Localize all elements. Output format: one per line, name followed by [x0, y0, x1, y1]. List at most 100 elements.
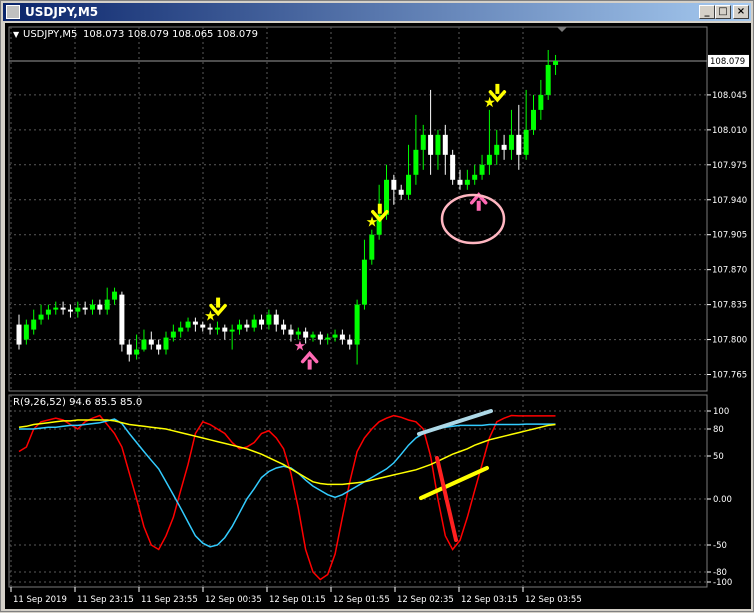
price-tick-label: 107.765 — [712, 371, 747, 381]
time-tick-label: 11 Sep 2019 — [13, 595, 67, 605]
candle-body — [339, 334, 345, 340]
price-tick-label: 107.870 — [712, 266, 747, 276]
candle-body — [288, 329, 294, 335]
candle-body — [428, 134, 434, 155]
chart-canvas[interactable]: ★ ★ ★ ★ ▼ USDJPY,M5 108.073 108.079 108.065… — [5, 23, 751, 609]
price-tick-label: 107.800 — [712, 336, 747, 346]
candle-body — [457, 179, 463, 185]
candle-body — [325, 337, 331, 340]
chart-window-icon — [6, 5, 20, 19]
candle-body — [508, 134, 514, 150]
candle-body — [332, 334, 338, 338]
chart-area[interactable]: ★ ★ ★ ★ ▼ USDJPY,M5 108.073 108.079 108.065… — [5, 23, 751, 609]
price-tick-label: 107.905 — [712, 231, 747, 241]
candle-body — [23, 324, 29, 340]
restore-button[interactable]: □ — [715, 5, 731, 19]
price-tick-label: 107.940 — [712, 196, 747, 206]
candle-body — [31, 319, 37, 330]
indicator-line-fast — [18, 414, 556, 581]
candle-body — [82, 307, 88, 310]
candle-body — [266, 314, 272, 325]
candle-body — [97, 304, 103, 310]
candle-body — [435, 134, 441, 155]
time-tick-label: 12 Sep 00:35 — [205, 595, 262, 605]
time-tick-label: 12 Sep 01:15 — [269, 595, 326, 605]
candle-body — [45, 309, 51, 315]
price-tick-label: 108.045 — [712, 91, 747, 101]
candle-body — [384, 179, 389, 215]
title-bar[interactable]: USDJPY,M5 _ □ × — [3, 3, 751, 21]
candle-body — [163, 337, 169, 350]
candle-body — [229, 329, 235, 332]
candle-body — [472, 174, 478, 180]
candle-body — [545, 64, 551, 95]
indicator-lines — [18, 414, 556, 581]
close-button[interactable]: × — [733, 5, 749, 19]
candle-body — [361, 259, 367, 305]
current-price-label: 108.079 — [710, 57, 745, 67]
candle-body — [126, 344, 132, 355]
candle-body — [170, 331, 176, 338]
collapse-triangle-icon[interactable]: ▼ — [13, 30, 20, 39]
time-tick-label: 12 Sep 02:35 — [397, 595, 454, 605]
candle-body — [119, 294, 125, 345]
candle-body — [523, 129, 529, 155]
indicator-tick-label: 0.00 — [713, 495, 732, 505]
candle-body — [317, 334, 323, 340]
candle-body — [281, 324, 287, 330]
candle-body — [53, 307, 59, 310]
candle-body — [531, 109, 536, 130]
candle-body — [178, 327, 184, 332]
indicator-tick-label: 50 — [713, 452, 724, 462]
candle-body — [303, 331, 309, 338]
indicator-line-mid — [19, 418, 556, 548]
minimize-button[interactable]: _ — [699, 5, 715, 19]
candle-body — [464, 179, 470, 185]
chart-symbol-label: USDJPY,M5 — [23, 29, 77, 40]
candle-body — [391, 179, 397, 190]
candle-body — [75, 307, 81, 312]
candle-body — [479, 164, 485, 175]
time-tick-label: 11 Sep 23:55 — [141, 595, 198, 605]
candle-body — [486, 154, 492, 165]
candle-body — [538, 94, 544, 110]
candle-body — [494, 144, 500, 155]
candle-body — [273, 314, 279, 325]
candle-body — [369, 234, 375, 260]
indicator-axis: 100 80 50 0.00 -50 -80-100 — [707, 407, 732, 588]
chart-shift-marker-icon[interactable] — [557, 27, 567, 32]
candle-body — [295, 331, 301, 335]
price-axis: 108.045 108.010 107.975 107.940 107.905 107.8… — [707, 54, 749, 381]
indicator-panel-frame — [8, 394, 708, 588]
annotation-blue-trendline — [417, 409, 493, 436]
terminal-window: USDJPY,M5 _ □ × ★ ★ ★ ★ ▼ USDJPY,M5 108.073… — [0, 0, 754, 612]
candle-body — [67, 309, 73, 312]
time-axis: 11 Sep 2019 11 Sep 23:15 11 Sep 23:55 12 Se… — [10, 587, 582, 605]
candle-body — [192, 321, 198, 325]
price-tick-label: 107.975 — [712, 161, 747, 171]
candle-body — [251, 319, 257, 328]
indicator-tick-label: 80 — [713, 425, 724, 435]
sell-star-icon: ★ — [366, 215, 379, 231]
candle-body — [214, 327, 220, 330]
price-tick-label: 108.010 — [712, 126, 747, 136]
buy-star-icon: ★ — [294, 339, 307, 355]
candle-body — [200, 324, 206, 328]
candle-body — [310, 334, 316, 338]
candle-body — [222, 327, 228, 332]
time-tick-label: 12 Sep 03:55 — [525, 595, 582, 605]
candle-body — [141, 339, 147, 350]
candle-body — [259, 319, 265, 325]
indicator-tick-label: 100 — [713, 407, 729, 417]
indicator-tick-label: -80 — [713, 568, 727, 578]
price-tick-label: 107.835 — [712, 301, 747, 311]
buy-arrow-icon — [300, 350, 319, 370]
time-tick-label: 12 Sep 03:15 — [461, 595, 518, 605]
candle-body — [112, 291, 118, 300]
candle-body — [442, 134, 448, 155]
indicator-tick-label: -50 — [713, 541, 727, 551]
indicator-label: R(9,26,52) 94.6 85.5 85.0 — [13, 397, 142, 408]
candle-body — [553, 60, 559, 65]
window-title: USDJPY,M5 — [25, 5, 99, 19]
candle-body — [244, 324, 250, 328]
